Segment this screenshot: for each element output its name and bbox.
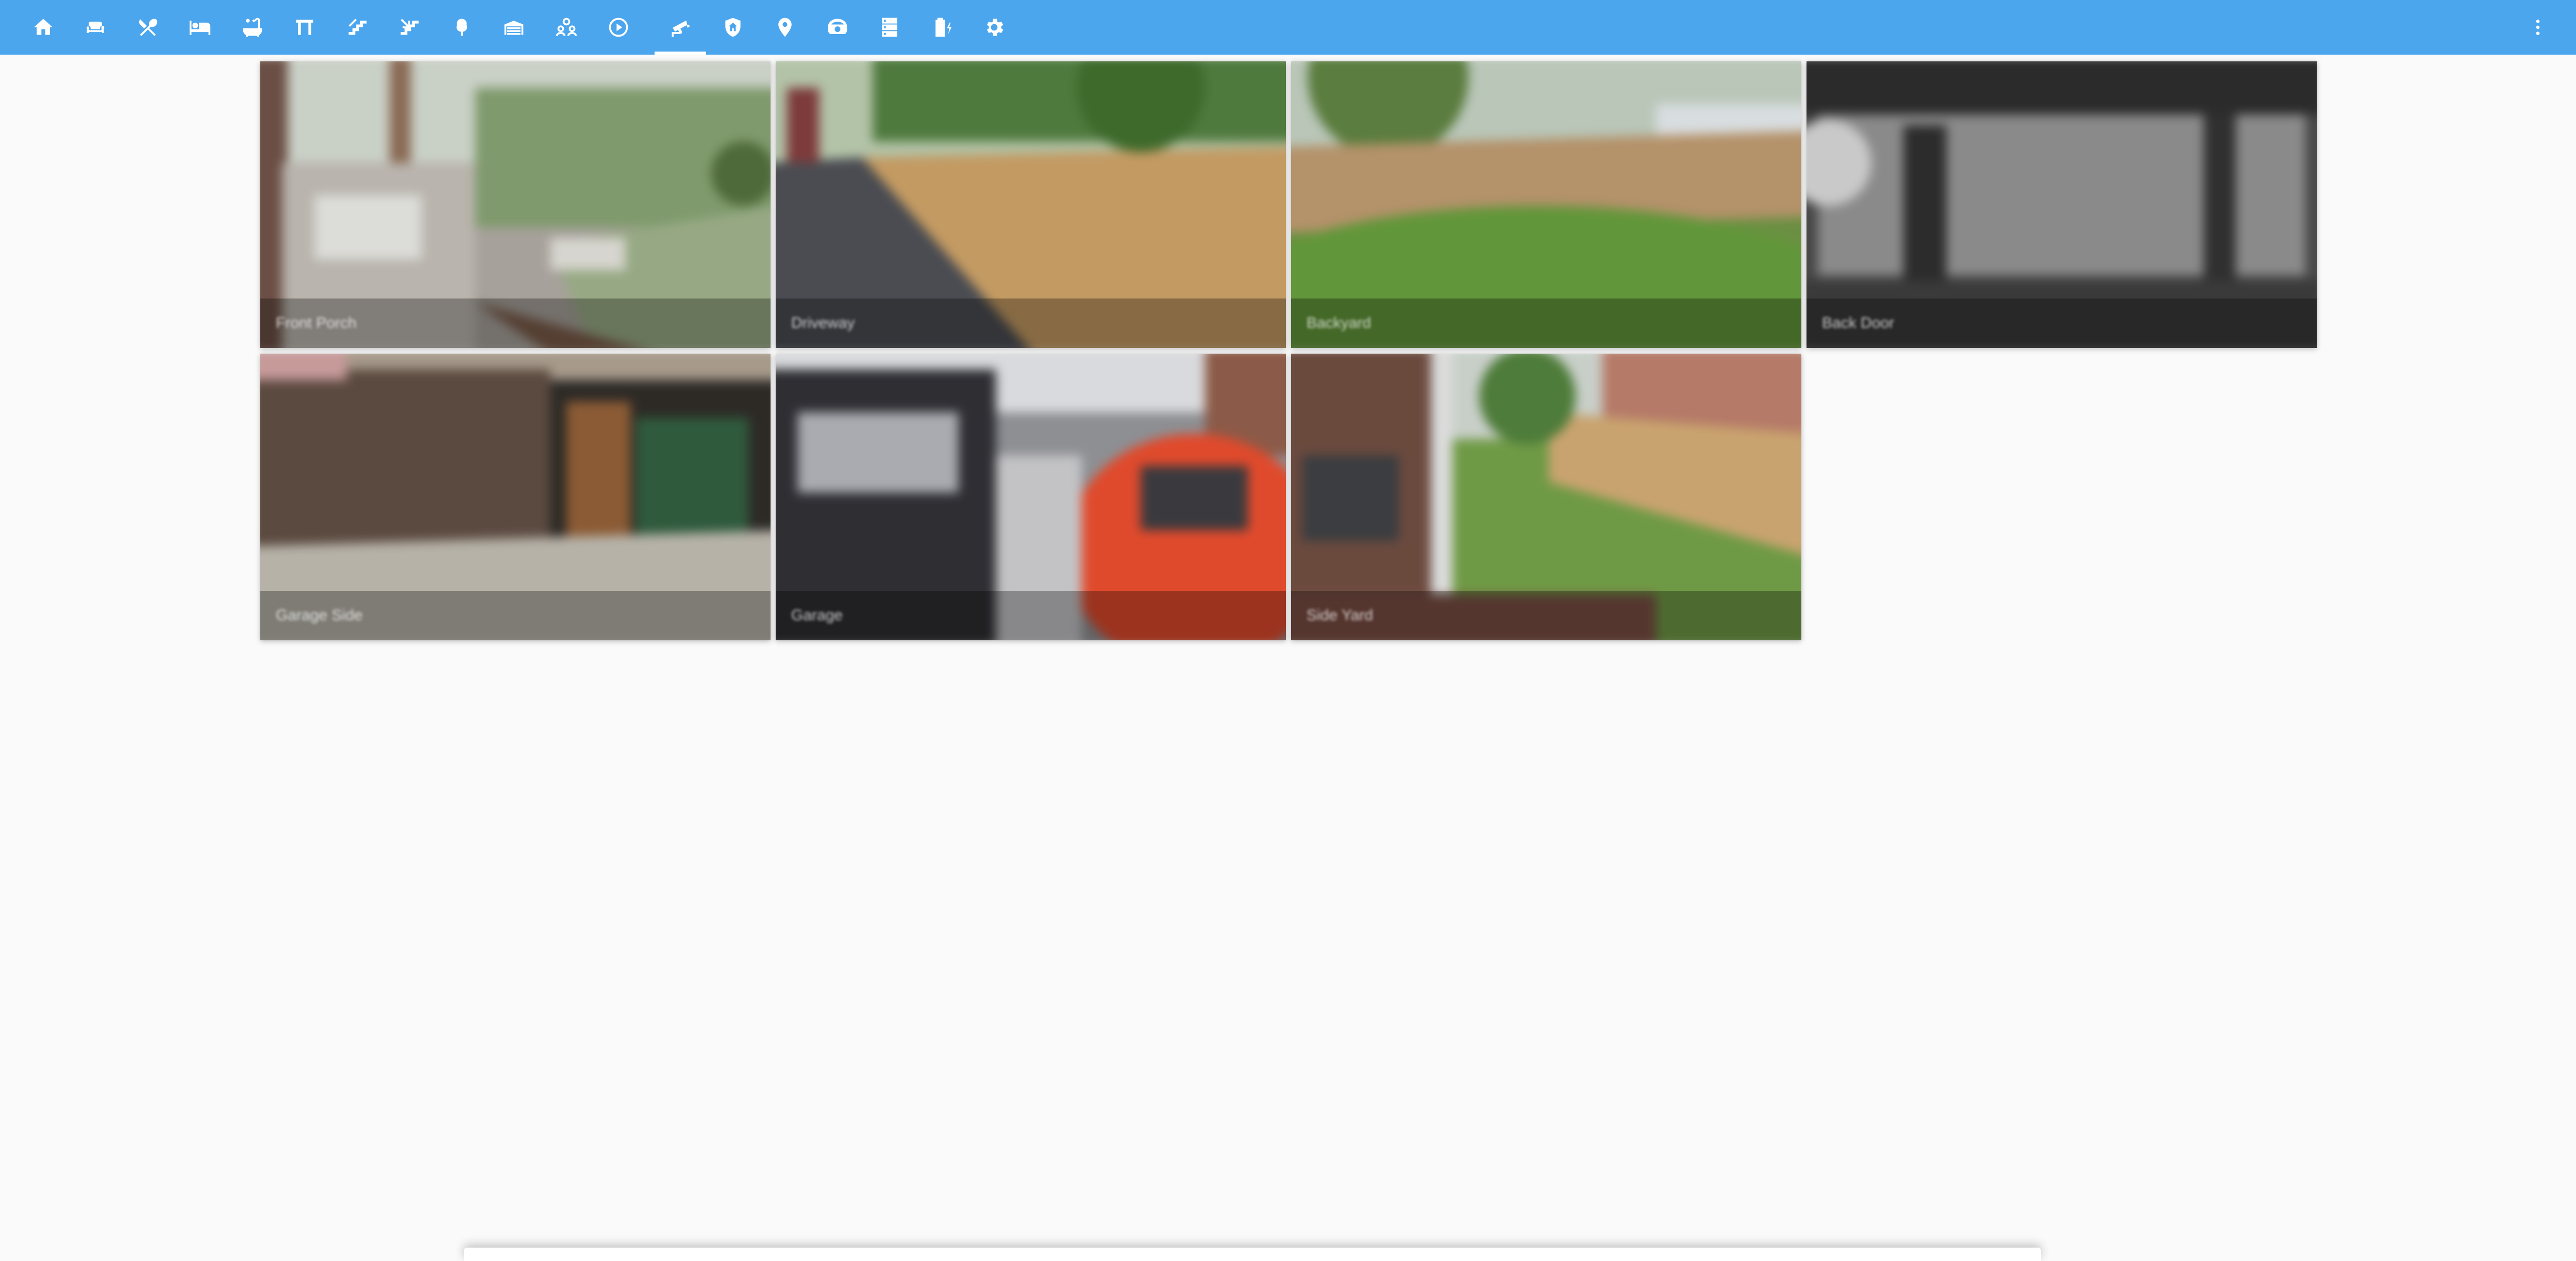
tab-kitchen[interactable]: [122, 0, 174, 55]
camera-card-front-porch[interactable]: Front Porch: [260, 61, 771, 348]
battery-charging-icon: [935, 18, 952, 37]
settings-icon: [986, 19, 1003, 36]
tab-servers[interactable]: [864, 0, 915, 55]
shield-home-icon: [725, 18, 741, 37]
tree-icon: [456, 19, 467, 36]
camera-label-bar: Side Yard: [1291, 591, 1801, 640]
map-marker-icon: [778, 18, 792, 37]
family-icon: [556, 18, 577, 36]
camera-name: Back Door: [1822, 314, 1895, 331]
bed-icon: [189, 21, 211, 35]
bottom-sheet-edge: [464, 1248, 2041, 1261]
tab-bathroom[interactable]: [227, 0, 278, 55]
camera-label-bar: Driveway: [776, 298, 1286, 348]
home-icon: [34, 19, 53, 35]
tab-settings[interactable]: [968, 0, 1020, 55]
tab-cameras[interactable]: [655, 0, 706, 55]
tab-entry[interactable]: [279, 0, 330, 55]
sofa-icon: [87, 22, 105, 33]
door-icon: [296, 20, 313, 35]
tab-people[interactable]: [541, 0, 592, 55]
tab-locations[interactable]: [759, 0, 811, 55]
camera-label-bar: Back Door: [1806, 298, 2317, 348]
camera-card-backyard[interactable]: Backyard: [1291, 61, 1801, 348]
dots-vertical-icon: [2536, 20, 2540, 35]
stairs-up-icon: [348, 19, 367, 35]
stairs-down-icon: [400, 19, 419, 35]
server-icon: [882, 18, 897, 37]
garage-icon: [504, 21, 524, 35]
tab-downstairs[interactable]: [383, 0, 435, 55]
play-circle-icon: [609, 18, 628, 37]
camera-name: Garage: [791, 607, 843, 624]
camera-name: Backyard: [1307, 314, 1371, 331]
camera-name: Front Porch: [276, 314, 357, 331]
tab-security[interactable]: [707, 0, 759, 55]
tab-upstairs[interactable]: [331, 0, 383, 55]
robot-vacuum-icon: [828, 19, 847, 34]
tab-media[interactable]: [593, 0, 644, 55]
tab-home[interactable]: [18, 0, 69, 55]
tab-energy[interactable]: [916, 0, 968, 55]
silverware-icon: [139, 19, 158, 36]
camera-label-bar: Garage Side: [260, 591, 771, 640]
bathtub-icon: [243, 18, 262, 37]
cctv-icon: [672, 20, 690, 37]
camera-card-side-yard[interactable]: Side Yard: [1291, 354, 1801, 640]
top-app-bar: [0, 0, 2576, 55]
camera-card-driveway[interactable]: Driveway: [776, 61, 1286, 348]
camera-label-bar: Backyard: [1291, 298, 1801, 348]
tab-living-room[interactable]: [70, 0, 121, 55]
tab-outdoor[interactable]: [436, 0, 488, 55]
tab-garage[interactable]: [488, 0, 540, 55]
camera-name: Garage Side: [276, 607, 363, 624]
camera-name: Driveway: [791, 314, 855, 331]
camera-label-bar: Front Porch: [260, 298, 771, 348]
tab-bedroom[interactable]: [174, 0, 226, 55]
camera-label-bar: Garage: [776, 591, 1286, 640]
camera-card-garage[interactable]: Garage: [776, 354, 1286, 640]
camera-card-garage-side[interactable]: Garage Side: [260, 354, 771, 640]
overflow-menu-button[interactable]: [2517, 0, 2558, 55]
tab-vacuum[interactable]: [812, 0, 863, 55]
camera-card-back-door[interactable]: Back Door: [1806, 61, 2317, 348]
camera-name: Side Yard: [1307, 607, 1373, 624]
